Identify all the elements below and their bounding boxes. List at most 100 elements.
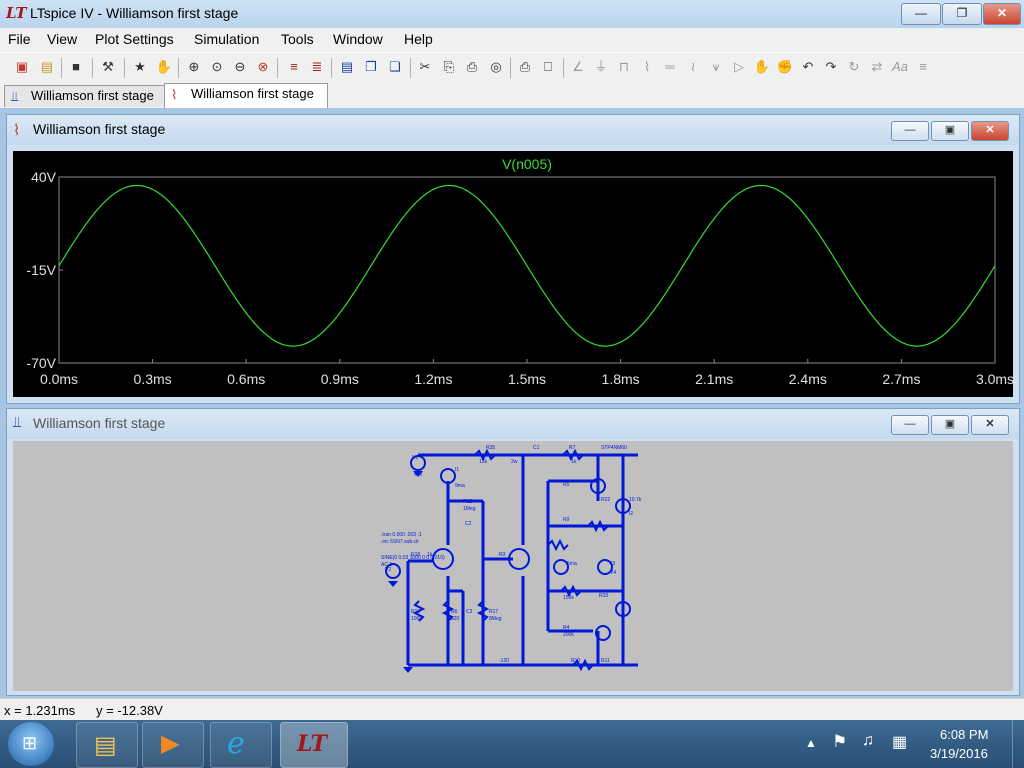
window-title: LTspice IV - Williamson first stage <box>30 5 239 21</box>
toolbar-separator <box>410 58 411 78</box>
schematic-labels: .tran 0.000 .003 .1 .inc 6SN7.sub.cir SI… <box>381 445 642 664</box>
schematic-close-button[interactable]: ✕ <box>971 415 1009 435</box>
draw-wire-icon[interactable]: ∠ <box>568 57 588 77</box>
schematic-window-title-bar[interactable]: ⫫ Williamson first stage — ▣ ✕ <box>7 409 1019 439</box>
move-hand-icon[interactable]: ✋ <box>752 57 772 77</box>
schematic-canvas[interactable]: .tran 0.000 .003 .1 .inc 6SN7.sub.cir SI… <box>13 441 1013 691</box>
waveform-minimize-button[interactable]: — <box>891 121 929 141</box>
network-icon[interactable]: ▦ <box>892 732 907 752</box>
component-label: R22 <box>601 497 610 503</box>
waveform-window-title: Williamson first stage <box>33 121 166 137</box>
waveform-window-title-bar[interactable]: ⌇ Williamson first stage — ▣ ✕ <box>7 115 1019 145</box>
component-label: R18 <box>411 552 420 558</box>
schematic-maximize-button[interactable]: ▣ <box>931 415 969 435</box>
component-label: 8Meg <box>489 616 502 622</box>
zoom-out-icon[interactable]: ⊖ <box>230 57 250 77</box>
waveform-chart[interactable]: V(n005) 0.0ms 0.3ms 0.6ms 0.9ms 1.2ms 1.5ms 1.8… <box>13 151 1014 397</box>
new-schematic-icon[interactable]: ▣ <box>12 57 32 77</box>
spice-directive-icon[interactable]: ≡ <box>913 57 933 77</box>
zoom-pan-icon[interactable]: ⊙ <box>207 57 227 77</box>
drag-hand-icon[interactable]: ✊ <box>775 57 795 77</box>
text-icon[interactable]: Aa <box>890 57 910 77</box>
ground-icon[interactable]: ⏚ <box>591 57 611 77</box>
label-net-icon[interactable]: ⊓ <box>614 57 634 77</box>
run-icon[interactable]: ★ <box>130 57 150 77</box>
waveform-plot[interactable]: V(n005) 0.0ms 0.3ms 0.6ms 0.9ms 1.2ms 1.5ms 1.8… <box>13 151 1014 397</box>
component-label: STP4NM60 <box>601 445 627 451</box>
internet-explorer-taskbar-button[interactable]: e <box>210 722 272 768</box>
y-tick-label: -15V <box>26 262 56 278</box>
internet-explorer-icon: e <box>227 726 245 761</box>
pick-visible-traces-icon[interactable]: ≣ <box>307 57 327 77</box>
cut-icon[interactable]: ✂ <box>415 57 435 77</box>
capacitor-icon[interactable]: ═ <box>660 57 680 77</box>
main-title-bar[interactable]: LT LTspice IV - Williamson first stage —… <box>0 0 1024 29</box>
waveform-close-button[interactable]: ✕ <box>971 121 1009 141</box>
show-hidden-icons-button[interactable]: ▲ <box>805 736 817 750</box>
waveform-icon: ⌇ <box>13 122 21 139</box>
component-icon[interactable]: ▷ <box>729 57 749 77</box>
menu-tools[interactable]: Tools <box>281 31 314 47</box>
menu-simulation[interactable]: Simulation <box>194 31 259 47</box>
copy-icon[interactable]: ⎘ <box>439 57 459 77</box>
component-label: I1 <box>455 467 459 473</box>
zoom-fit-icon[interactable]: ⊗ <box>253 57 273 77</box>
folder-icon: ▤ <box>94 732 117 759</box>
status-bar: x = 1.231ms y = -12.38V <box>0 698 1024 721</box>
component-label: 1k <box>571 459 577 465</box>
halt-hand-icon[interactable]: ✋ <box>154 57 174 77</box>
tab-schematic[interactable]: ⫫ Williamson first stage <box>4 85 168 107</box>
redo-icon[interactable]: ↷ <box>821 57 841 77</box>
print-icon[interactable]: ⎕ <box>538 57 558 77</box>
waveform-maximize-button[interactable]: ▣ <box>931 121 969 141</box>
schematic-window[interactable]: ⫫ Williamson first stage — ▣ ✕ .tran 0.0… <box>6 408 1020 696</box>
component-label: V3 <box>609 561 615 567</box>
ltspice-taskbar-button[interactable]: LT <box>280 722 348 768</box>
close-button[interactable]: ✕ <box>983 3 1021 25</box>
clock-date[interactable]: 3/19/2016 <box>930 746 988 761</box>
media-player-taskbar-button[interactable]: ▶ <box>142 722 204 768</box>
maximize-button[interactable]: ❐ <box>942 3 982 25</box>
find-binoculars-icon[interactable]: ◎ <box>486 57 506 77</box>
x-tick-label: 3.0ms <box>976 371 1013 387</box>
component-label: R4 <box>563 625 570 631</box>
windows-logo-icon: ⊞ <box>22 733 38 753</box>
save-icon[interactable]: ■ <box>66 57 86 77</box>
open-folder-icon[interactable]: ▤ <box>37 57 57 77</box>
zoom-in-icon[interactable]: ⊕ <box>184 57 204 77</box>
menu-view[interactable]: View <box>47 31 77 47</box>
print-preview-icon[interactable]: ⎙ <box>515 57 535 77</box>
close-all-icon[interactable]: ❏ <box>385 57 405 77</box>
toolbar-separator <box>277 58 278 78</box>
autorange-icon[interactable]: ≡ <box>284 57 304 77</box>
component-label: R6 <box>451 609 458 615</box>
control-panel-hammer-icon[interactable]: ⚒ <box>98 57 118 77</box>
action-center-flag-icon[interactable]: ⚑ <box>832 732 847 752</box>
undo-icon[interactable]: ↶ <box>798 57 818 77</box>
menu-file[interactable]: File <box>8 31 31 47</box>
menu-window[interactable]: Window <box>333 31 383 47</box>
schematic-drawing[interactable]: .tran 0.000 .003 .1 .inc 6SN7.sub.cir SI… <box>13 441 1013 691</box>
mirror-icon[interactable]: ⇄ <box>867 57 887 77</box>
spice-directive: .tran 0.000 .003 .1 <box>381 532 422 538</box>
cascade-icon[interactable]: ❐ <box>361 57 381 77</box>
explorer-taskbar-button[interactable]: ▤ <box>76 722 138 768</box>
start-button[interactable]: ⊞ <box>8 722 54 766</box>
paste-icon[interactable]: ⎙ <box>462 57 482 77</box>
volume-icon[interactable]: ♫ <box>862 732 874 750</box>
diode-icon[interactable]: ⩛ <box>706 57 726 77</box>
clock-time[interactable]: 6:08 PM <box>940 727 988 742</box>
schematic-minimize-button[interactable]: — <box>891 415 929 435</box>
toolbar: ▣ ▤ ■ ⚒ ★ ✋ ⊕ ⊙ ⊖ ⊗ ≡ ≣ ▤ ❐ ❏ ✂ ⎘ ⎙ ◎ ⎙ … <box>0 52 1024 84</box>
tile-horizontal-icon[interactable]: ▤ <box>337 57 357 77</box>
resistor-icon[interactable]: ⌇ <box>637 57 657 77</box>
waveform-window[interactable]: ⌇ Williamson first stage — ▣ ✕ V(n005) 0.… <box>6 114 1020 404</box>
show-desktop-button[interactable] <box>1012 720 1024 768</box>
menu-plot-settings[interactable]: Plot Settings <box>95 31 174 47</box>
inductor-icon[interactable]: ≀ <box>683 57 703 77</box>
tab-waveform[interactable]: ⌇ Williamson first stage <box>164 83 328 108</box>
rotate-icon[interactable]: ↻ <box>844 57 864 77</box>
toolbar-separator <box>92 58 93 78</box>
minimize-button[interactable]: — <box>901 3 941 25</box>
menu-help[interactable]: Help <box>404 31 433 47</box>
